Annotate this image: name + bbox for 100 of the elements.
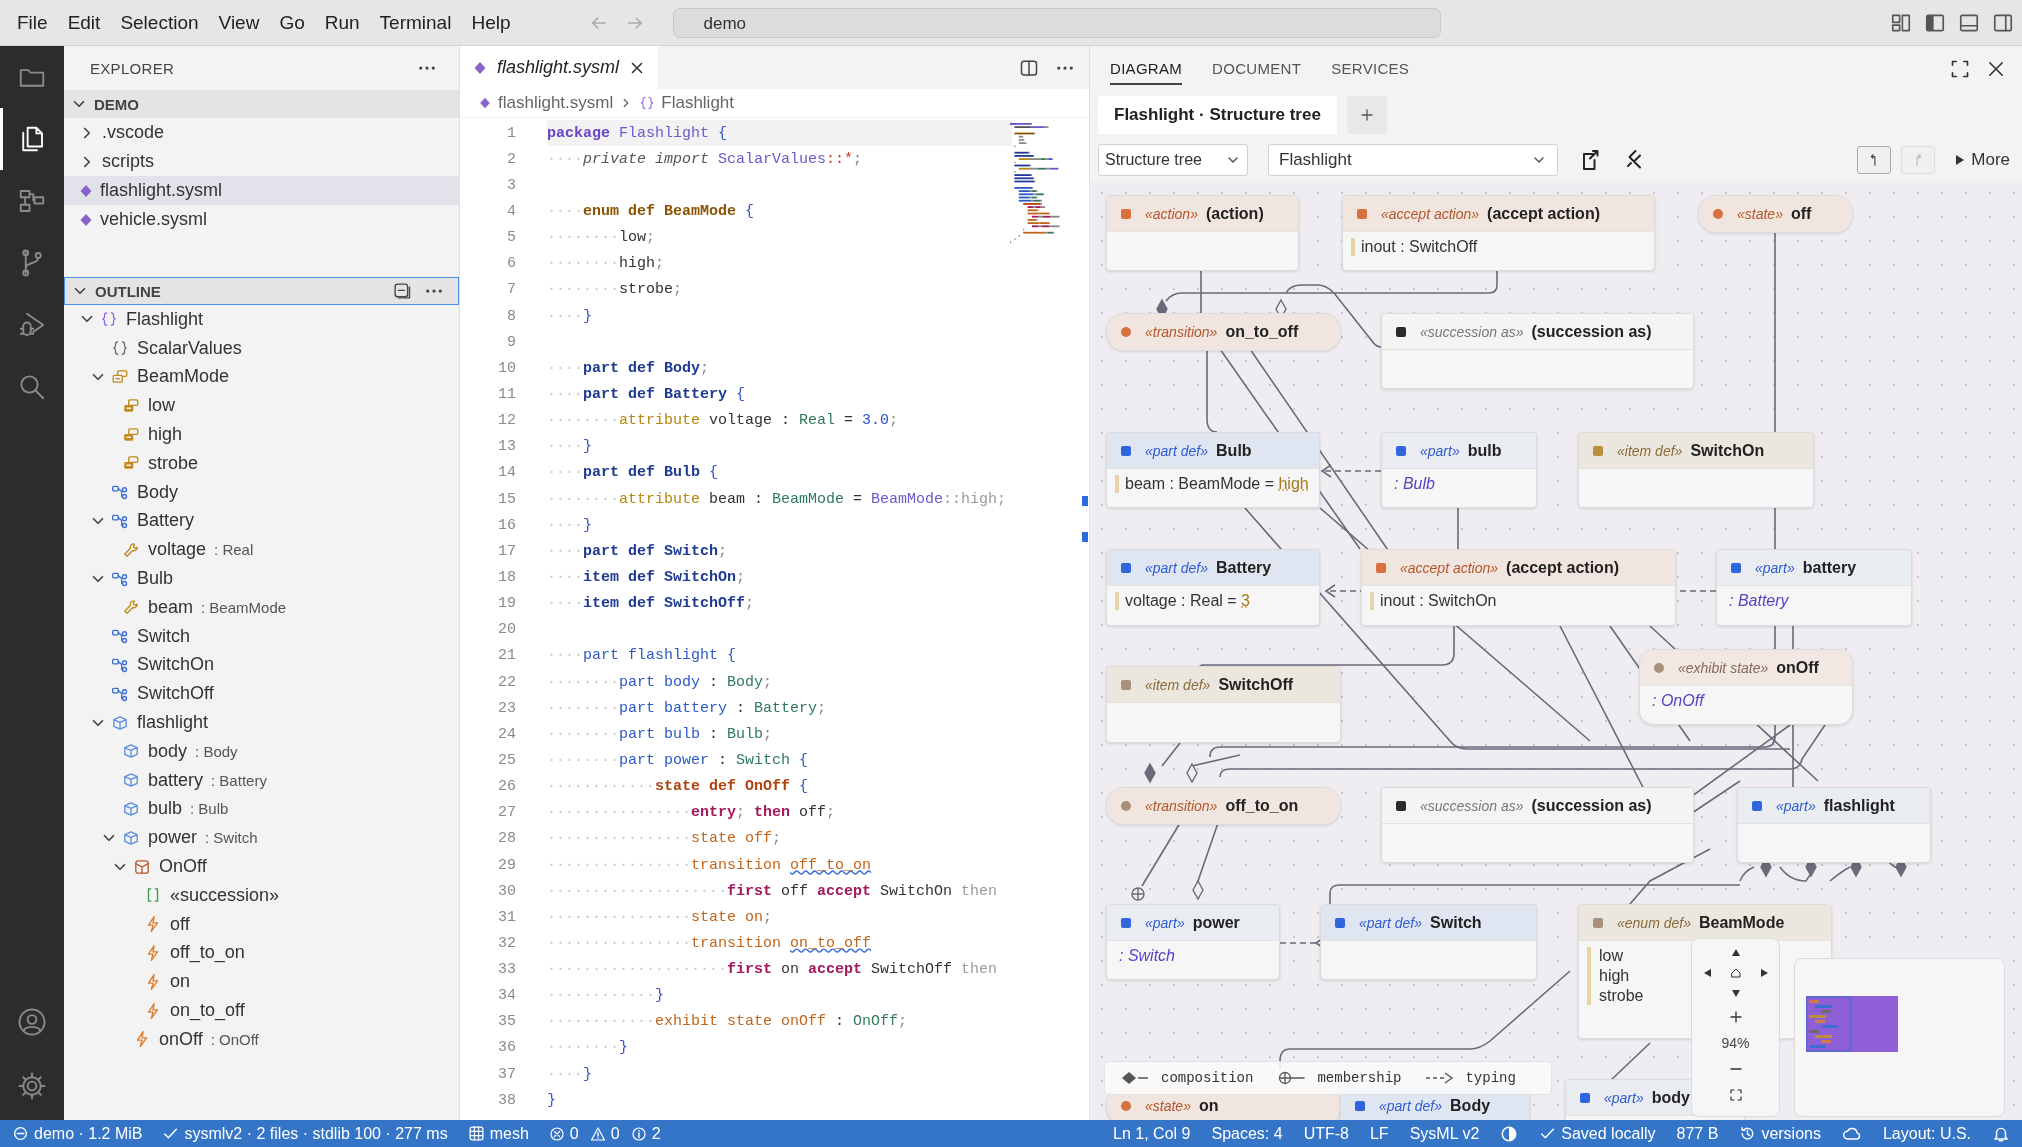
outline-item[interactable]: high xyxy=(148,424,183,446)
outline-item[interactable]: flashlight xyxy=(137,712,209,734)
status-item[interactable]: Spaces: 4 xyxy=(1211,1124,1283,1143)
code-line: ················transition on_to_off xyxy=(547,933,873,954)
line-number: 3 xyxy=(506,176,516,194)
dropdown[interactable]: Flashlight xyxy=(1268,143,1558,176)
outline-item[interactable]: low xyxy=(148,395,175,417)
menu-item[interactable]: File xyxy=(17,11,48,34)
status-item[interactable]: sysmlv2 · 2 files · stdlib 100 · 277 ms xyxy=(162,1124,448,1143)
problems-status[interactable]: 0 0 2 xyxy=(548,1124,667,1143)
outline-item[interactable]: power xyxy=(148,827,198,849)
outline-item[interactable]: Flashlight xyxy=(126,308,204,330)
status-item[interactable]: mesh xyxy=(467,1124,529,1143)
status-item[interactable]: demo · 1.2 MiB xyxy=(12,1124,143,1143)
account-icon[interactable] xyxy=(17,1007,47,1037)
node-name: Battery xyxy=(1216,558,1272,577)
home-icon[interactable] xyxy=(1729,967,1742,979)
line-number: 19 xyxy=(497,595,516,613)
stereotype-label: «state» xyxy=(1145,1098,1191,1114)
menu-item[interactable]: Help xyxy=(471,11,511,34)
outline-item[interactable]: off_to_on xyxy=(170,942,245,964)
status-item[interactable]: UTF-8 xyxy=(1303,1124,1349,1143)
close-icon[interactable] xyxy=(1986,59,2006,79)
status-item[interactable]: versions xyxy=(1739,1124,1821,1143)
dropdown[interactable]: Structure tree xyxy=(1098,143,1248,176)
command-center-field[interactable]: demo xyxy=(672,7,1441,38)
node-name: off_to_on xyxy=(1225,797,1299,815)
feature-label: beam : BeamMode = high xyxy=(1115,475,1311,493)
line-number: 24 xyxy=(497,725,516,743)
view-tab[interactable]: Flashlight · Structure tree xyxy=(1098,96,1337,134)
outline-item[interactable]: voltage xyxy=(148,539,207,561)
pan-up-icon[interactable] xyxy=(1729,947,1742,959)
code-line: ················state on; xyxy=(547,907,774,928)
menu-item[interactable]: Run xyxy=(324,11,360,34)
section-header[interactable]: DEMO xyxy=(64,90,459,118)
explorer-entry[interactable]: .vscode xyxy=(64,118,459,147)
outline-item[interactable]: BeamMode xyxy=(137,366,230,388)
menu-item[interactable]: Edit xyxy=(67,11,101,34)
stereotype-label: «accept action» xyxy=(1400,559,1499,576)
line-number: 18 xyxy=(497,568,516,586)
outline-item[interactable]: Battery xyxy=(137,510,195,532)
braces-icon xyxy=(111,339,129,358)
status-item[interactable]: SysML v2 xyxy=(1409,1124,1480,1143)
enum-literal: low xyxy=(1599,947,1624,965)
pan-down-icon[interactable] xyxy=(1729,987,1742,999)
section-header[interactable]: OUTLINE xyxy=(64,277,459,305)
outline-item[interactable]: battery xyxy=(148,769,204,791)
status-item[interactable]: Saved locally xyxy=(1539,1124,1656,1143)
explorer-entry[interactable]: flashlight.sysml xyxy=(64,176,459,205)
settings-icon[interactable] xyxy=(17,1071,47,1101)
node-name: (succession as) xyxy=(1531,796,1652,815)
outline-item[interactable]: Bulb xyxy=(137,568,174,590)
more-button[interactable]: More xyxy=(1955,149,2010,170)
status-item[interactable]: 877 B xyxy=(1676,1124,1719,1143)
editor-tab[interactable]: flashlight.sysml xyxy=(460,46,659,89)
explorer-entry[interactable]: scripts xyxy=(64,147,459,176)
code-line: ············} xyxy=(547,986,666,1007)
outline-item[interactable]: ScalarValues xyxy=(137,337,242,359)
panel-tab[interactable]: SERVICES xyxy=(1331,53,1410,85)
outline-item[interactable]: strobe xyxy=(148,452,199,474)
status-item[interactable]: Ln 1, Col 9 xyxy=(1113,1124,1191,1143)
collapse-all-icon[interactable] xyxy=(392,281,412,301)
code-line: ········part body : Body; xyxy=(547,672,774,693)
outline-item[interactable]: body xyxy=(148,740,188,762)
status-item[interactable]: Layout: U.S. xyxy=(1882,1124,1971,1143)
node-name: bulb xyxy=(1467,441,1502,460)
node-name: Switch xyxy=(1430,913,1482,932)
stereotype-label: «part» xyxy=(1776,797,1816,814)
outline-item[interactable]: Switch xyxy=(137,625,190,647)
explorer-entry[interactable]: vehicle.sysml xyxy=(64,205,459,234)
type-label: : OnOff xyxy=(1651,692,1706,710)
outline-item[interactable]: SwitchOff xyxy=(137,683,214,705)
menu-item[interactable]: View xyxy=(218,11,260,34)
outline-item[interactable]: on xyxy=(170,971,191,993)
maximize-icon[interactable] xyxy=(1950,59,1970,79)
outline-item[interactable]: SwitchOn xyxy=(137,654,215,676)
breadcrumb-item[interactable]: Flashlight xyxy=(661,93,735,113)
outline-item[interactable]: bulb xyxy=(148,798,183,820)
outline-item[interactable]: off xyxy=(170,913,190,935)
node-name: flashlight xyxy=(1823,796,1895,815)
outline-item[interactable]: beam xyxy=(148,596,194,618)
menu-item[interactable]: Go xyxy=(279,11,305,34)
type-annotation: : Battery xyxy=(211,771,267,789)
fit-view-icon[interactable] xyxy=(1727,1087,1744,1103)
menu-item[interactable]: Terminal xyxy=(379,11,452,34)
panel-tab[interactable]: DIAGRAM xyxy=(1110,53,1183,85)
panel-tab[interactable]: DOCUMENT xyxy=(1212,53,1302,85)
add-tab-button[interactable] xyxy=(1346,96,1387,134)
outline-item[interactable]: «succession» xyxy=(170,884,280,906)
outline-item[interactable]: Body xyxy=(137,481,179,503)
breadcrumb-item[interactable]: flashlight.sysml xyxy=(498,93,614,113)
search-icon[interactable] xyxy=(17,372,47,402)
line-number: 33 xyxy=(497,961,516,979)
contrast-icon[interactable] xyxy=(1500,1124,1519,1143)
outline-item[interactable]: on_to_off xyxy=(170,1000,245,1021)
outline-item[interactable]: OnOff xyxy=(159,856,207,878)
menu-item[interactable]: Selection xyxy=(120,11,199,34)
split-editor-icon[interactable] xyxy=(1019,57,1039,78)
outline-item[interactable]: onOff xyxy=(159,1028,203,1050)
status-item[interactable]: LF xyxy=(1369,1124,1389,1143)
